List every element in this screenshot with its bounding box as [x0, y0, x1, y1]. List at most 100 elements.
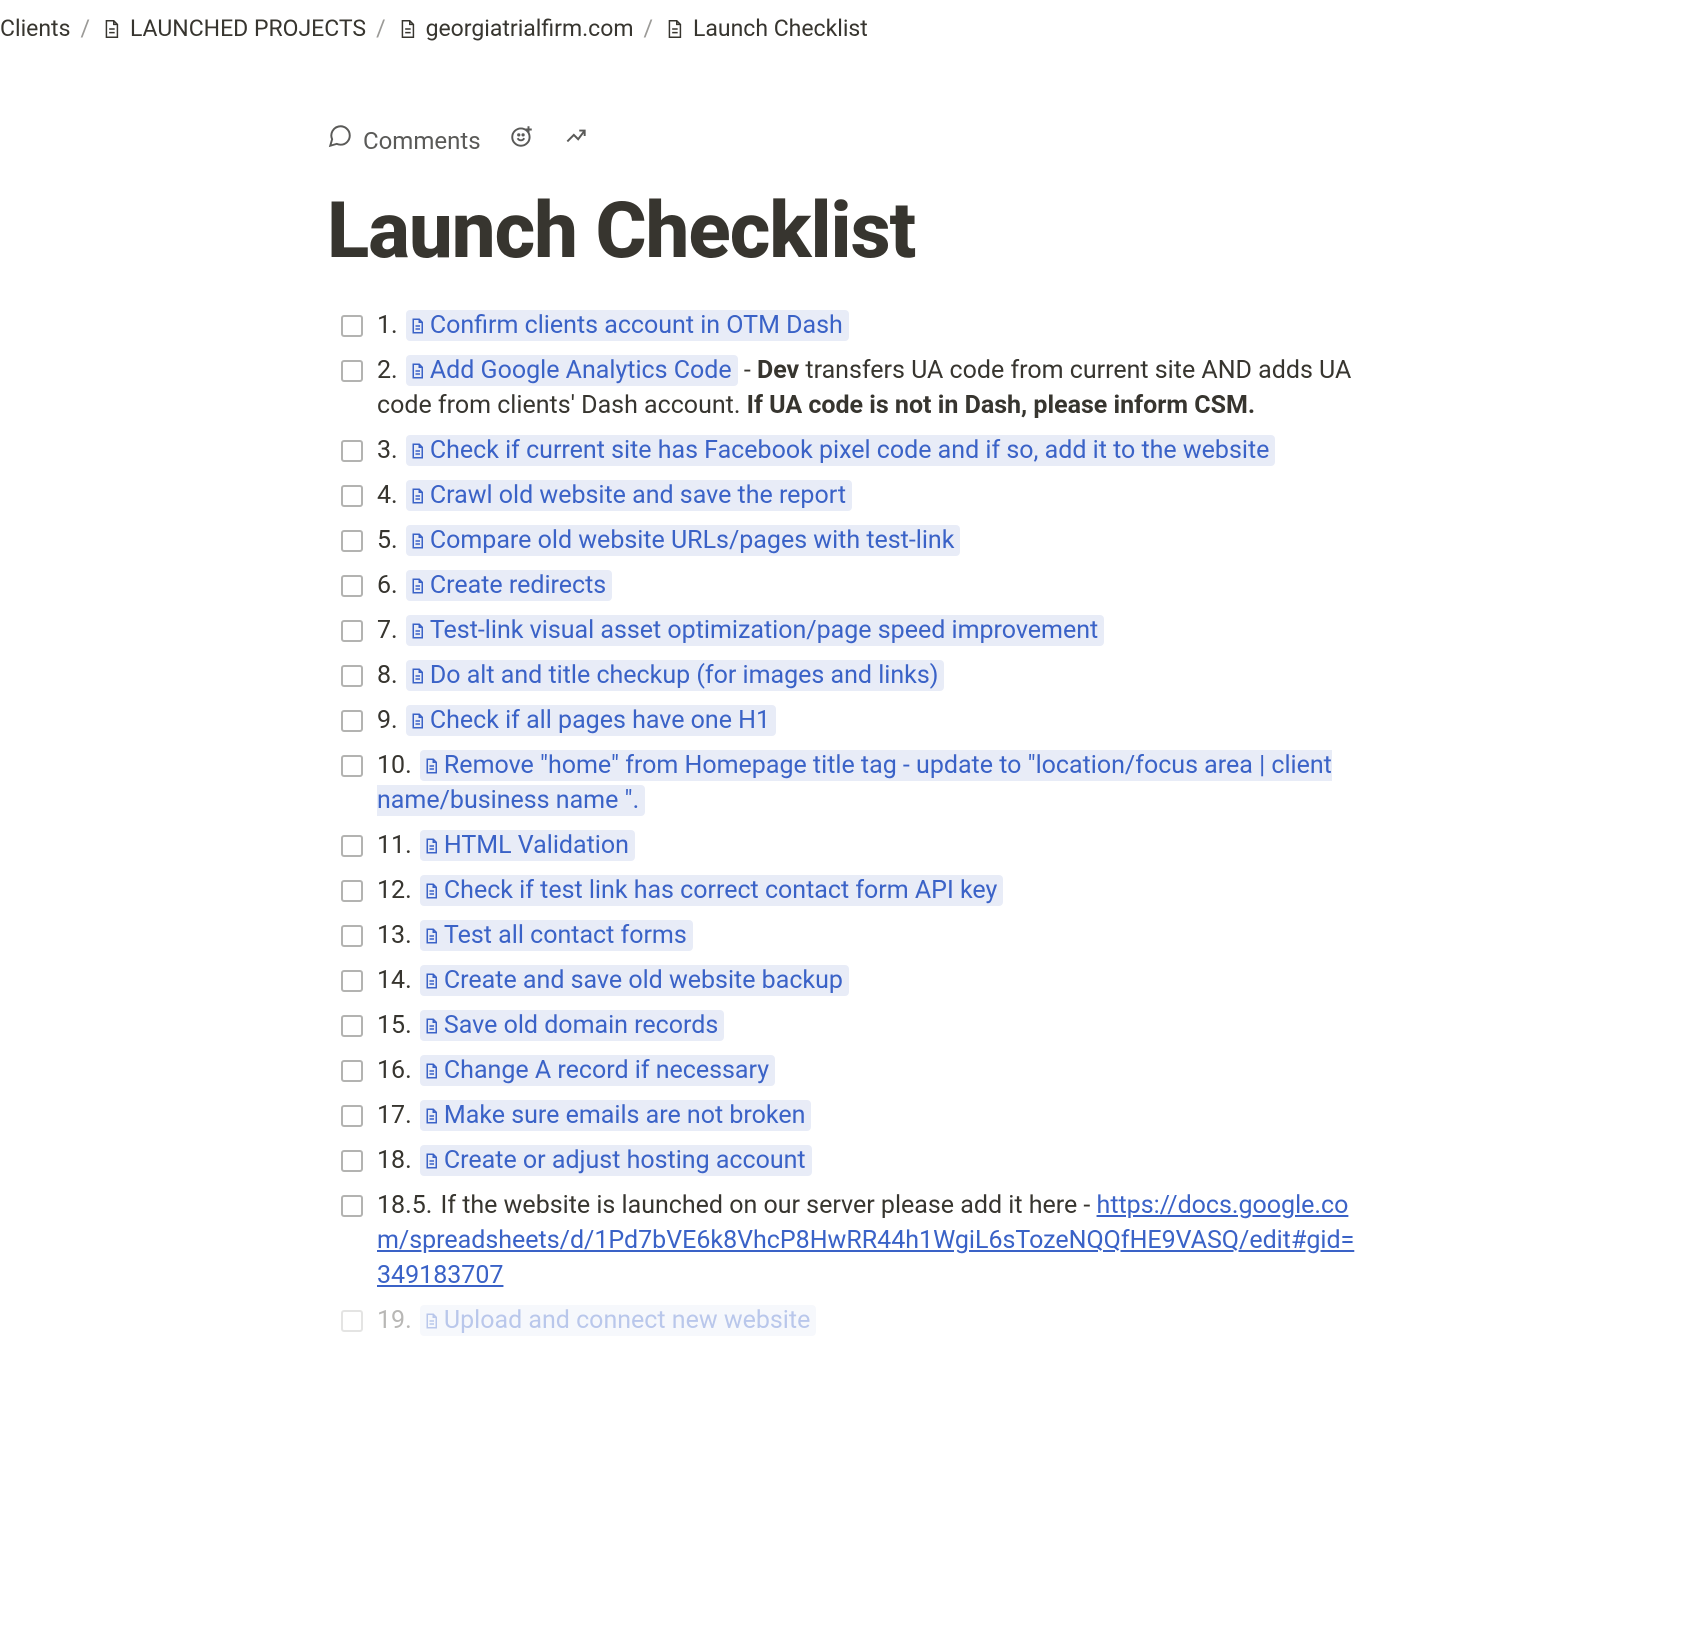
- item-number: 7.: [377, 616, 404, 645]
- checkbox[interactable]: [341, 1105, 363, 1127]
- checkbox[interactable]: [341, 620, 363, 642]
- breadcrumb-item[interactable]: Launch Checklist: [663, 12, 868, 47]
- checkbox[interactable]: [341, 440, 363, 462]
- checkbox[interactable]: [341, 575, 363, 597]
- checklist-item: 14. Create and save old website backup: [341, 963, 1367, 998]
- checkbox[interactable]: [341, 530, 363, 552]
- item-number: 16.: [377, 1056, 418, 1085]
- checklist-item-body: 4. Crawl old website and save the report: [377, 478, 1367, 513]
- checklist-item: 9. Check if all pages have one H1: [341, 703, 1367, 738]
- checklist-item: 8. Do alt and title checkup (for images …: [341, 658, 1367, 693]
- breadcrumb-label: LAUNCHED PROJECTS: [130, 12, 366, 47]
- page-link-label: Make sure emails are not broken: [444, 1101, 806, 1130]
- checkbox[interactable]: [341, 755, 363, 777]
- item-number: 6.: [377, 571, 404, 600]
- page-link-label: Upload and connect new website: [444, 1306, 810, 1335]
- page-icon: [100, 18, 122, 40]
- page-link-label: Check if all pages have one H1: [430, 706, 770, 735]
- checklist-item-body: 10. Remove "home" from Homepage title ta…: [377, 748, 1367, 818]
- checkbox[interactable]: [341, 1060, 363, 1082]
- checkbox[interactable]: [341, 665, 363, 687]
- checkbox[interactable]: [341, 1195, 363, 1217]
- checkbox[interactable]: [341, 360, 363, 382]
- checklist-item: 16. Change A record if necessary: [341, 1053, 1367, 1088]
- page-icon: [408, 442, 426, 460]
- checkbox[interactable]: [341, 315, 363, 337]
- page-link[interactable]: Create redirects: [406, 570, 612, 601]
- page-link[interactable]: Do alt and title checkup (for images and…: [406, 660, 945, 691]
- breadcrumb-label: Clients: [0, 12, 70, 47]
- page-link[interactable]: Crawl old website and save the report: [406, 480, 852, 511]
- checkbox[interactable]: [341, 880, 363, 902]
- checkbox[interactable]: [341, 835, 363, 857]
- page-link[interactable]: Check if all pages have one H1: [406, 705, 776, 736]
- checkbox[interactable]: [341, 485, 363, 507]
- checkbox[interactable]: [341, 970, 363, 992]
- page-link[interactable]: Make sure emails are not broken: [420, 1100, 812, 1131]
- page-link[interactable]: Save old domain records: [420, 1010, 724, 1041]
- breadcrumb-separator: /: [376, 12, 386, 47]
- page-link[interactable]: Create or adjust hosting account: [420, 1145, 812, 1176]
- page-link[interactable]: Add Google Analytics Code: [406, 355, 738, 386]
- add-reaction-button[interactable]: [509, 123, 535, 159]
- page-icon: [408, 487, 426, 505]
- checklist-item: 17. Make sure emails are not broken: [341, 1098, 1367, 1133]
- page-icon: [422, 1152, 440, 1170]
- page-icon: [408, 362, 426, 380]
- checkbox[interactable]: [341, 925, 363, 947]
- item-number: 9.: [377, 706, 404, 735]
- comments-label: Comments: [363, 123, 481, 159]
- item-number: 3.: [377, 436, 404, 465]
- breadcrumb-item[interactable]: georgiatrialfirm.com: [396, 12, 634, 47]
- page-icon: [408, 712, 426, 730]
- checklist-item-body: 1. Confirm clients account in OTM Dash: [377, 308, 1367, 343]
- checkbox[interactable]: [341, 710, 363, 732]
- checklist-item-body: 14. Create and save old website backup: [377, 963, 1367, 998]
- checkbox[interactable]: [341, 1310, 363, 1332]
- page-link-label: Do alt and title checkup (for images and…: [430, 661, 939, 690]
- comment-icon: [327, 123, 353, 159]
- page-link[interactable]: Create and save old website backup: [420, 965, 849, 996]
- checkbox[interactable]: [341, 1150, 363, 1172]
- item-number: 2.: [377, 356, 404, 385]
- page-link[interactable]: Remove "home" from Homepage title tag - …: [377, 750, 1332, 816]
- page-link-label: Add Google Analytics Code: [430, 356, 732, 385]
- page-link[interactable]: Check if current site has Facebook pixel…: [406, 435, 1276, 466]
- breadcrumb-item[interactable]: Clients: [0, 12, 70, 47]
- comments-button[interactable]: Comments: [327, 123, 481, 159]
- page-icon: [422, 927, 440, 945]
- checklist-item: 2. Add Google Analytics Code - Dev trans…: [341, 353, 1367, 423]
- page-link[interactable]: Test-link visual asset optimization/page…: [406, 615, 1104, 646]
- checklist-item: 7. Test-link visual asset optimization/p…: [341, 613, 1367, 648]
- page-link[interactable]: Compare old website URLs/pages with test…: [406, 525, 961, 556]
- page-link[interactable]: Change A record if necessary: [420, 1055, 775, 1086]
- item-number: 4.: [377, 481, 404, 510]
- page-link[interactable]: Check if test link has correct contact f…: [420, 875, 1003, 906]
- page-icon: [408, 317, 426, 335]
- checklist-item: 5. Compare old website URLs/pages with t…: [341, 523, 1367, 558]
- page-link[interactable]: HTML Validation: [420, 830, 635, 861]
- page-icon: [422, 1312, 440, 1330]
- analytics-button[interactable]: [563, 123, 589, 159]
- checklist: 1. Confirm clients account in OTM Dash 2.…: [327, 308, 1367, 1338]
- breadcrumb-item[interactable]: LAUNCHED PROJECTS: [100, 12, 366, 47]
- checklist-item-body: 12. Check if test link has correct conta…: [377, 873, 1367, 908]
- item-number: 17.: [377, 1101, 418, 1130]
- checklist-item: 6. Create redirects: [341, 568, 1367, 603]
- item-number: 18.5.: [377, 1191, 439, 1220]
- page-link[interactable]: Confirm clients account in OTM Dash: [406, 310, 849, 341]
- checklist-item: 12. Check if test link has correct conta…: [341, 873, 1367, 908]
- checklist-item-body: 7. Test-link visual asset optimization/p…: [377, 613, 1367, 648]
- page-link[interactable]: Upload and connect new website: [420, 1305, 816, 1336]
- page-link[interactable]: Test all contact forms: [420, 920, 693, 951]
- checklist-item-body: 18. Create or adjust hosting account: [377, 1143, 1367, 1178]
- checklist-item: 11. HTML Validation: [341, 828, 1367, 863]
- page-link-label: HTML Validation: [444, 831, 629, 860]
- item-number: 14.: [377, 966, 418, 995]
- page-icon: [422, 1017, 440, 1035]
- checklist-item-body: 6. Create redirects: [377, 568, 1367, 603]
- page-link-label: Remove "home" from Homepage title tag - …: [377, 751, 1332, 815]
- checkbox[interactable]: [341, 1015, 363, 1037]
- page-link-label: Confirm clients account in OTM Dash: [430, 311, 843, 340]
- page-link-label: Create or adjust hosting account: [444, 1146, 806, 1175]
